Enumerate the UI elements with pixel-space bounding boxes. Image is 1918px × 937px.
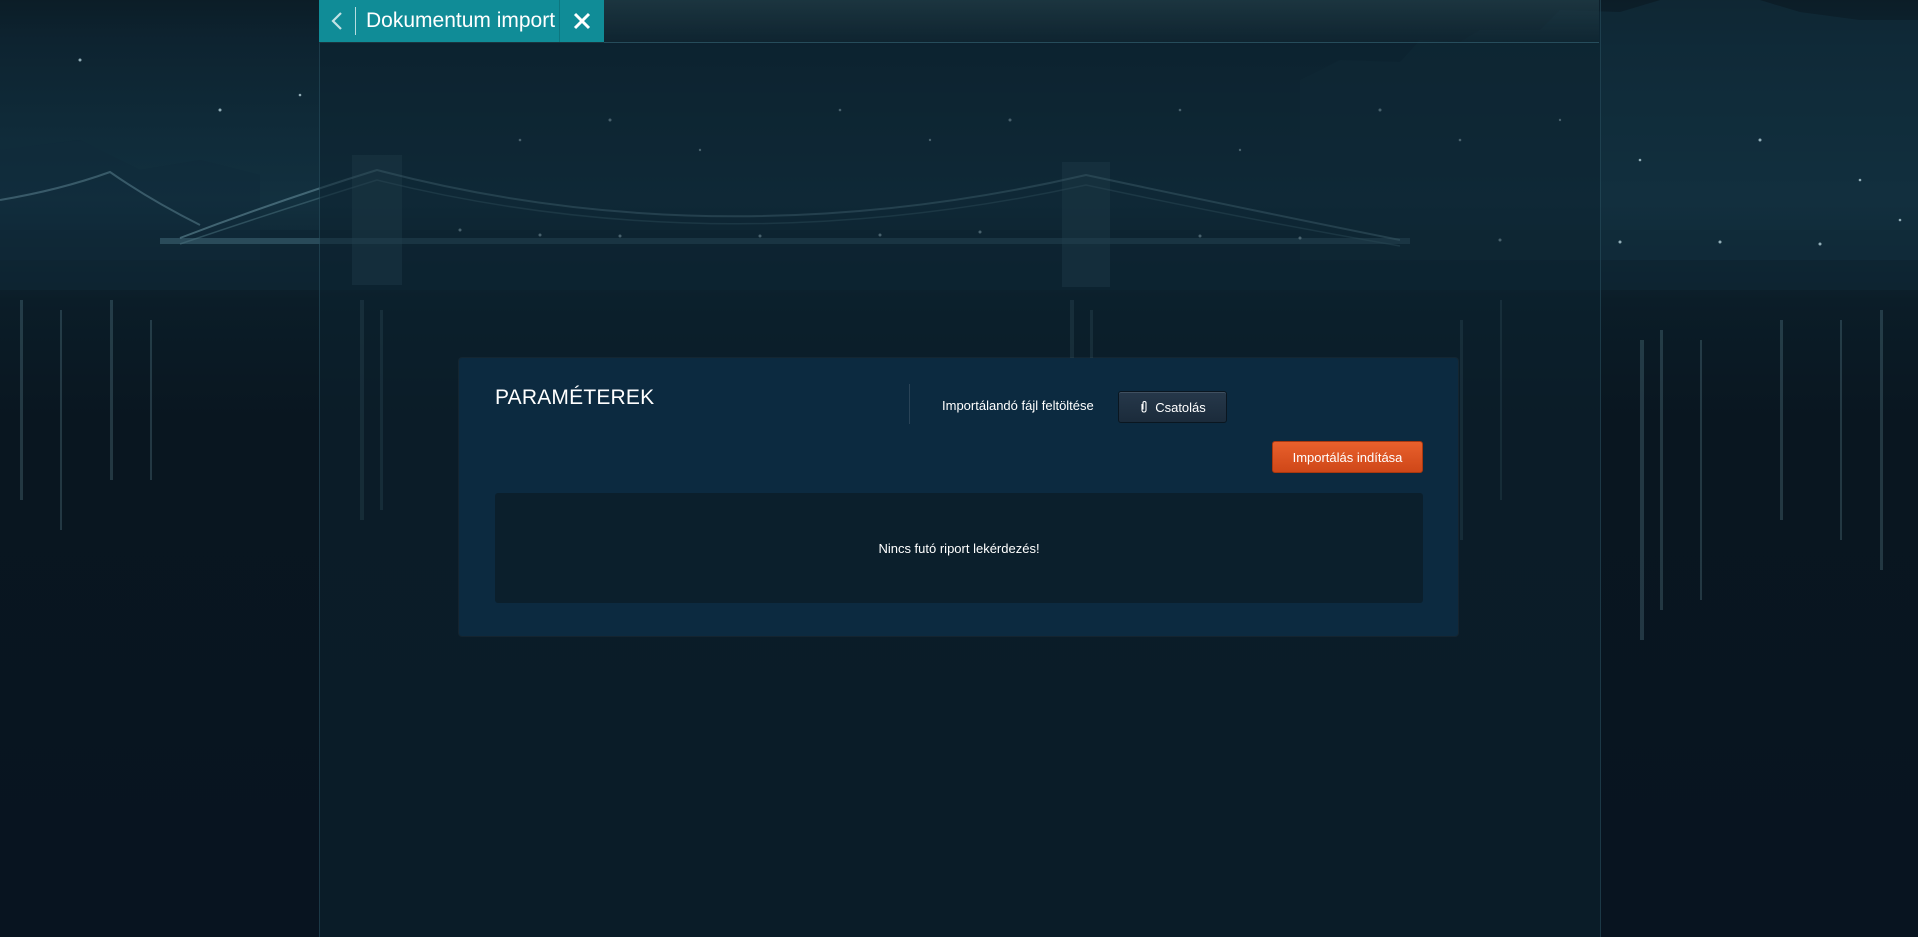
report-status-message: Nincs futó riport lekérdezés! xyxy=(878,540,1040,556)
page-title: Dokumentum import xyxy=(366,9,556,32)
panel-title: PARAMÉTEREK xyxy=(495,386,655,409)
back-button[interactable] xyxy=(319,0,355,42)
vertical-separator xyxy=(909,384,910,424)
report-status-box: Nincs futó riport lekérdezés! xyxy=(495,493,1423,603)
upload-label: Importálandó fájl feltöltése xyxy=(942,398,1094,413)
attach-file-button[interactable]: Csatolás xyxy=(1118,391,1227,423)
close-button[interactable] xyxy=(559,0,604,42)
attach-button-label: Csatolás xyxy=(1155,399,1206,415)
chevron-left-icon xyxy=(331,12,342,30)
start-import-button[interactable]: Importálás indítása xyxy=(1272,441,1423,473)
page-title-tab: Dokumentum import xyxy=(319,0,604,42)
close-icon xyxy=(573,12,591,30)
parameters-panel: PARAMÉTEREK Importálandó fájl feltöltése… xyxy=(459,358,1458,636)
paperclip-icon xyxy=(1141,400,1147,413)
